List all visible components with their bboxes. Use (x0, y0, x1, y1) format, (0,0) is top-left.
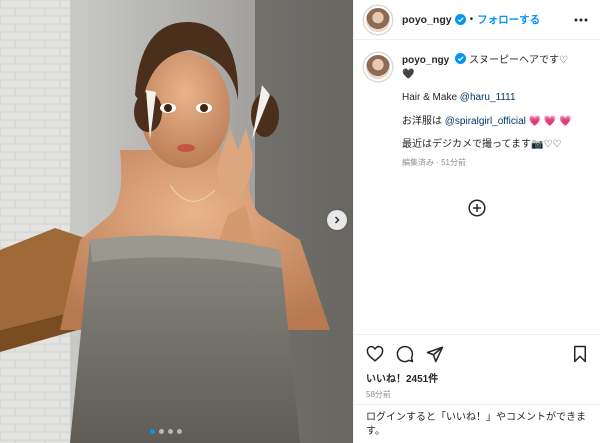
share-icon[interactable] (426, 345, 444, 363)
username-link[interactable]: poyo_ngy (402, 14, 452, 26)
carousel-next-button[interactable] (327, 210, 347, 230)
mention-link[interactable]: @spiralgirl_official (445, 116, 526, 127)
follow-button[interactable]: フォローする (477, 12, 540, 27)
comment-icon[interactable] (396, 345, 414, 363)
caption-line-1-end: 🖤 (402, 68, 415, 80)
more-options-icon[interactable] (574, 13, 588, 27)
verified-badge-icon (455, 53, 467, 64)
action-bar: いいね！2451件 58分前 (354, 334, 600, 400)
caption: poyo_ngy スヌーピーヘアです♡ 🖤 Hair & Make @haru_… (354, 40, 600, 168)
like-count[interactable]: いいね！2451件 (366, 370, 589, 385)
caption-body: poyo_ngy スヌーピーヘアです♡ 🖤 Hair & Make @haru_… (402, 53, 590, 168)
separator-dot: • (469, 14, 474, 25)
post-timestamp[interactable]: 58分前 (366, 389, 589, 400)
caption-meta: 編集済み · 51分前 (402, 157, 467, 167)
avatar[interactable] (364, 53, 392, 81)
caption-hearts: 💗 💗 💗 (525, 115, 572, 127)
photo-scene (0, 0, 353, 443)
bookmark-icon[interactable] (571, 345, 589, 363)
heart-icon[interactable] (366, 345, 384, 363)
carousel-dot (177, 429, 182, 434)
caption-line-3: お洋服は (402, 115, 445, 127)
carousel-dot (150, 429, 155, 434)
caption-username[interactable]: poyo_ngy (402, 55, 449, 66)
carousel-indicator (150, 429, 182, 434)
mention-link[interactable]: @haru_1111 (460, 92, 516, 103)
post-sidebar: poyo_ngy • フォローする poyo_ngy スヌーピーヘアです♡ 🖤 … (353, 0, 600, 443)
caption-line-4: 最近はデジカメで撮ってます📷♡♡ (402, 139, 562, 150)
caption-line-1: スヌーピーヘアです♡ (469, 55, 568, 66)
verified-badge-icon (454, 14, 466, 25)
chevron-right-icon (335, 216, 340, 224)
carousel-dot (159, 429, 164, 434)
plus-circle-icon[interactable] (468, 199, 486, 217)
carousel-dot (168, 429, 173, 434)
caption-line-2: Hair & Make (402, 92, 460, 103)
post-photo[interactable] (0, 0, 353, 443)
avatar[interactable] (364, 5, 392, 34)
post-header: poyo_ngy • フォローする (354, 0, 600, 40)
login-prompt[interactable]: ログインすると「いいね！」やコメントができます。 (354, 404, 600, 443)
